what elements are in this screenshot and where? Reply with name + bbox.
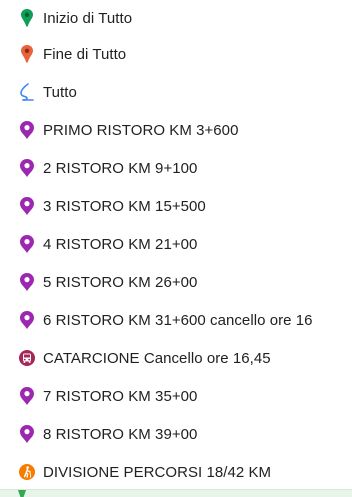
green-pin-icon — [18, 7, 36, 29]
purple-marker-icon — [18, 195, 36, 217]
legend-item-label: 3 RISTORO KM 15+500 — [43, 197, 206, 215]
legend-item-ristoro-8[interactable]: 8 RISTORO KM 39+00 — [0, 415, 352, 453]
legend-item-catarcione[interactable]: CATARCIONE Cancello ore 16,45 — [0, 339, 352, 377]
legend-item-label: 5 RISTORO KM 26+00 — [43, 273, 198, 291]
legend-item-label: 6 RISTORO KM 31+600 cancello ore 16 — [43, 311, 313, 329]
purple-marker-icon — [18, 119, 36, 141]
legend-item-label: Inizio di Tutto — [43, 9, 133, 27]
purple-marker-icon — [18, 233, 36, 255]
legend-item-divisione-percorsi[interactable]: DIVISIONE PERCORSI 18/42 KM — [0, 453, 352, 491]
legend-item-label: 2 RISTORO KM 9+100 — [43, 159, 198, 177]
legend-item-ristoro-5[interactable]: 5 RISTORO KM 26+00 — [0, 263, 352, 301]
legend-item-end[interactable]: Fine di Tutto — [0, 35, 352, 73]
legend-item-label: Tutto — [43, 83, 77, 101]
legend-item-label: 4 RISTORO KM 21+00 — [43, 235, 198, 253]
legend-item-start[interactable]: Inizio di Tutto — [0, 0, 352, 37]
purple-marker-icon — [18, 385, 36, 407]
bus-marker-icon — [18, 347, 36, 369]
purple-marker-icon — [18, 309, 36, 331]
legend-item-ristoro-6[interactable]: 6 RISTORO KM 31+600 cancello ore 16 — [0, 301, 352, 339]
legend-item-label: 8 RISTORO KM 39+00 — [43, 425, 198, 443]
map-legend: Inizio di Tutto Fine di Tutto Tutto PRIM… — [0, 0, 352, 497]
purple-marker-icon — [18, 423, 36, 445]
legend-item-label: CATARCIONE Cancello ore 16,45 — [43, 349, 271, 367]
purple-marker-icon — [18, 157, 36, 179]
legend-item-ristoro-7[interactable]: 7 RISTORO KM 35+00 — [0, 377, 352, 415]
route-icon — [18, 81, 36, 103]
legend-item-ristoro-4[interactable]: 4 RISTORO KM 21+00 — [0, 225, 352, 263]
purple-marker-icon — [18, 271, 36, 293]
legend-item-label: Fine di Tutto — [43, 45, 127, 63]
legend-item-route[interactable]: Tutto — [0, 73, 352, 111]
legend-item-label: 7 RISTORO KM 35+00 — [43, 387, 198, 405]
legend-item-label: PRIMO RISTORO KM 3+600 — [43, 121, 239, 139]
legend-item-ristoro-2[interactable]: 2 RISTORO KM 9+100 — [0, 149, 352, 187]
red-pin-icon — [18, 43, 36, 65]
hiker-marker-icon — [18, 461, 36, 483]
legend-item-ristoro-1[interactable]: PRIMO RISTORO KM 3+600 — [0, 111, 352, 149]
legend-item-ristoro-3[interactable]: 3 RISTORO KM 15+500 — [0, 187, 352, 225]
legend-item-label: DIVISIONE PERCORSI 18/42 KM — [43, 463, 272, 481]
